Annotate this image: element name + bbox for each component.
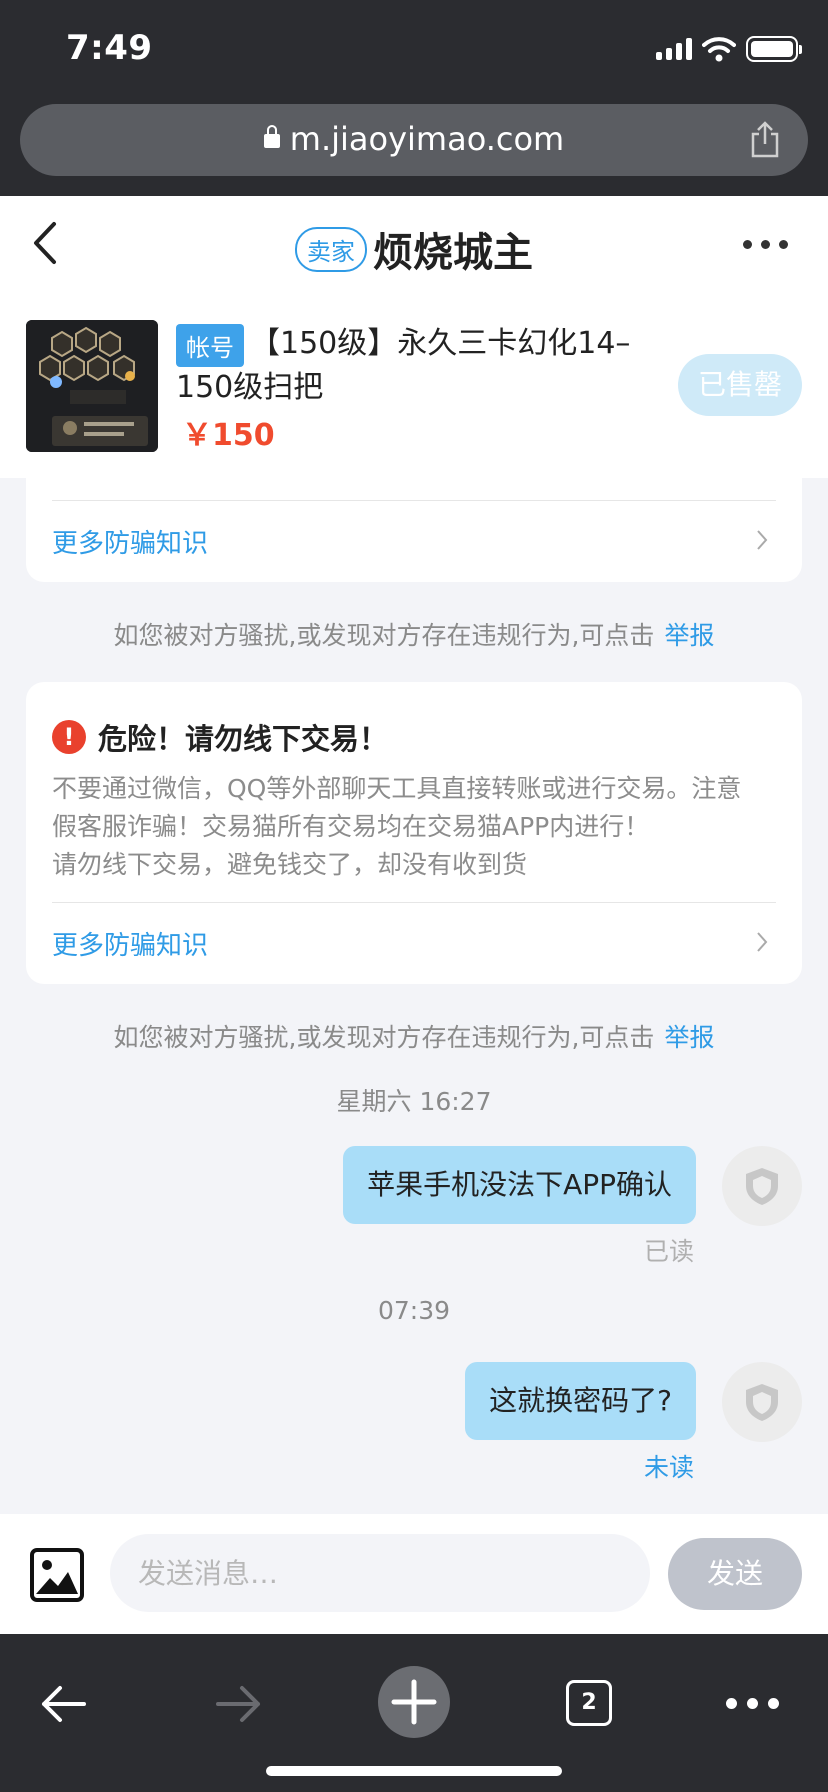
message-input[interactable] bbox=[110, 1534, 650, 1612]
message-bubble[interactable]: 苹果手机没法下APP确认 bbox=[343, 1146, 696, 1224]
report-notice: 如您被对方骚扰,或发现对方存在违规行为,可点击 举报 bbox=[113, 621, 715, 650]
warning-card: ! 危险！请勿线下交易！ 不要通过微信，QQ等外部聊天工具直接转账或进行交易。注… bbox=[26, 682, 802, 984]
warning-line: 假客服诈骗！交易猫所有交易均在交易猫APP内进行！ bbox=[52, 812, 650, 841]
more-options-icon[interactable] bbox=[743, 240, 788, 249]
exclamation-icon: ! bbox=[52, 720, 86, 754]
more-tips-link[interactable]: 更多防骗知识 bbox=[52, 925, 208, 962]
plus-icon bbox=[391, 1679, 437, 1725]
chevron-right-icon bbox=[757, 932, 768, 952]
sold-out-button: 已售罄 bbox=[678, 354, 802, 416]
read-status: 未读 bbox=[643, 1453, 694, 1482]
product-thumbnail bbox=[26, 320, 158, 452]
home-indicator bbox=[266, 1766, 562, 1776]
warning-title: 危险！请勿线下交易！ bbox=[98, 722, 389, 756]
new-tab-button[interactable] bbox=[378, 1666, 450, 1738]
more-tips-row[interactable]: 更多防骗知识 bbox=[52, 500, 776, 580]
browser-forward-icon[interactable] bbox=[214, 1684, 264, 1724]
share-icon[interactable] bbox=[750, 120, 780, 158]
lock-icon bbox=[263, 125, 280, 148]
avatar[interactable] bbox=[722, 1362, 802, 1442]
notice-card-top: 更多防骗知识 bbox=[26, 478, 802, 582]
address-bar[interactable]: m.jiaoyimao.com bbox=[20, 104, 808, 176]
status-time: 7:49 bbox=[66, 28, 153, 68]
read-status: 已读 bbox=[643, 1237, 694, 1266]
signal-icon bbox=[656, 38, 692, 60]
wifi-icon bbox=[702, 37, 736, 62]
chat-title: 卖家 烦烧城主 bbox=[0, 220, 828, 278]
warning-line: 请勿线下交易，避免钱交了，却没有收到货 bbox=[52, 850, 528, 879]
browser-menu-icon[interactable] bbox=[726, 1698, 779, 1709]
avatar-shield-icon bbox=[746, 1168, 778, 1205]
seller-name: 烦烧城主 bbox=[373, 230, 533, 276]
message-bubble[interactable]: 这就换密码了? bbox=[465, 1362, 696, 1440]
message-timestamp: 星期六 16:27 bbox=[336, 1087, 492, 1116]
more-tips-row[interactable]: 更多防骗知识 bbox=[52, 902, 776, 982]
product-tag: 帐号 bbox=[176, 324, 244, 367]
url-text: m.jiaoyimao.com bbox=[289, 120, 565, 158]
browser-back-icon[interactable] bbox=[38, 1684, 88, 1724]
more-tips-link[interactable]: 更多防骗知识 bbox=[52, 523, 208, 560]
report-link[interactable]: 举报 bbox=[664, 1023, 714, 1052]
message-composer: 发送 bbox=[0, 1514, 828, 1634]
report-link[interactable]: 举报 bbox=[664, 621, 714, 650]
battery-icon bbox=[746, 36, 802, 62]
browser-chrome-top: 7:49 m.jiaoyimao.com bbox=[0, 0, 828, 196]
product-card[interactable]: 【150级】永久三卡幻化14–150级扫把 帐号 ￥150 已售罄 bbox=[0, 292, 828, 478]
tabs-button[interactable]: 2 bbox=[566, 1680, 612, 1726]
report-notice: 如您被对方骚扰,或发现对方存在违规行为,可点击 举报 bbox=[113, 1023, 715, 1052]
avatar-shield-icon bbox=[746, 1384, 778, 1421]
chevron-right-icon bbox=[757, 530, 768, 550]
send-button[interactable]: 发送 bbox=[668, 1538, 802, 1610]
seller-badge: 卖家 bbox=[295, 227, 367, 272]
chat-header: 卖家 烦烧城主 bbox=[0, 196, 828, 292]
product-price: ￥150 bbox=[182, 418, 275, 453]
image-picker-icon[interactable] bbox=[30, 1548, 84, 1602]
product-title: 【150级】永久三卡幻化14–150级扫把 bbox=[176, 326, 631, 405]
avatar[interactable] bbox=[722, 1146, 802, 1226]
warning-line: 不要通过微信，QQ等外部聊天工具直接转账或进行交易。注意 bbox=[52, 774, 742, 803]
status-icons bbox=[656, 36, 802, 62]
warning-body: 不要通过微信，QQ等外部聊天工具直接转账或进行交易。注意 假客服诈骗！交易猫所有… bbox=[52, 770, 782, 884]
message-timestamp: 07:39 bbox=[377, 1296, 451, 1325]
